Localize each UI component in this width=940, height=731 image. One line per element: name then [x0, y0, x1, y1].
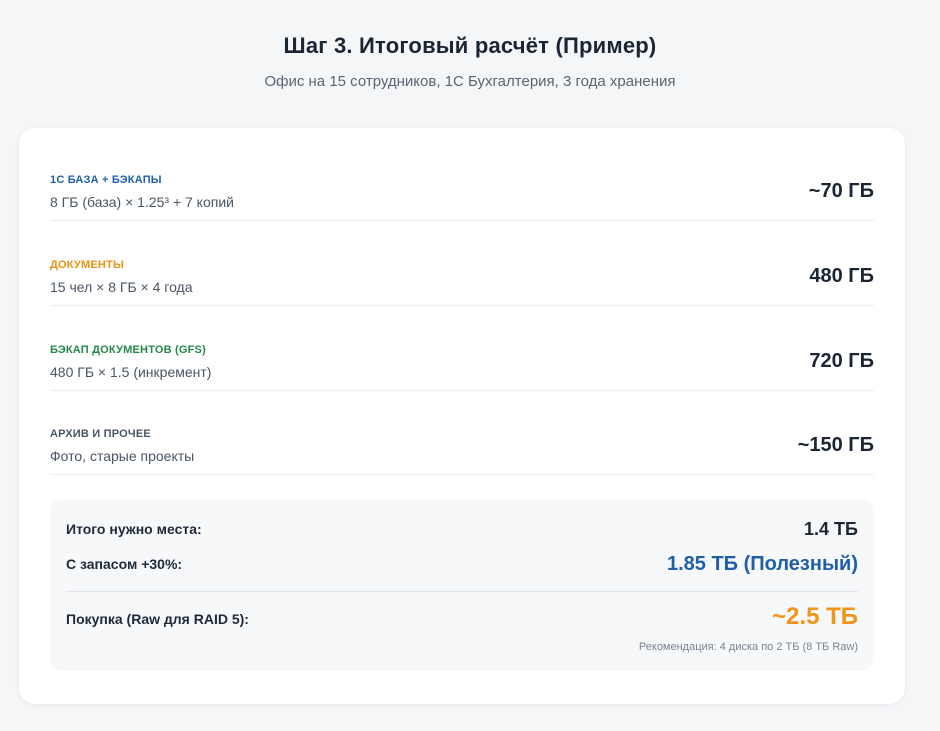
row-value: 720 ГБ [809, 350, 874, 372]
recommendation-text: Рекомендация: 4 диска по 2 ТБ (8 ТБ Raw) [638, 641, 858, 653]
row-value: ~150 ГБ [797, 434, 874, 456]
row-formula: 15 чел × 8 ГБ × 4 года [50, 279, 193, 295]
row-1c-base: 1С БАЗА + БЭКАПЫ 8 ГБ (база) × 1.25³ + 7… [50, 136, 874, 221]
purchase-value: ~2.5 ТБ [772, 603, 858, 630]
row-label: ДОКУМЕНТЫ [50, 259, 124, 271]
row-value: ~70 ГБ [808, 180, 874, 202]
row-formula: 480 ГБ × 1.5 (инкремент) [50, 364, 212, 380]
page-subtitle: Офис на 15 сотрудников, 1С Бухгалтерия, … [264, 73, 676, 90]
summary-divider [66, 591, 858, 592]
reserve-label: С запасом +30%: [66, 556, 183, 572]
summary-box: Итого нужно места: 1.4 ТБ С запасом +30%… [50, 499, 874, 671]
total-label: Итого нужно места: [66, 521, 202, 537]
page-title: Шаг 3. Итоговый расчёт (Пример) [283, 33, 657, 58]
row-label: АРХИВ И ПРОЧЕЕ [50, 428, 151, 440]
calculation-card: 1С БАЗА + БЭКАПЫ 8 ГБ (база) × 1.25³ + 7… [19, 128, 905, 704]
total-value: 1.4 ТБ [804, 519, 858, 539]
row-documents: ДОКУМЕНТЫ 15 чел × 8 ГБ × 4 года 480 ГБ [50, 221, 874, 306]
row-label: БЭКАП ДОКУМЕНТОВ (GFS) [50, 344, 206, 356]
row-archive: АРХИВ И ПРОЧЕЕ Фото, старые проекты ~150… [50, 390, 874, 475]
row-formula: 8 ГБ (база) × 1.25³ + 7 копий [50, 194, 234, 210]
row-label: 1С БАЗА + БЭКАПЫ [50, 174, 162, 186]
purchase-label: Покупка (Raw для RAID 5): [66, 611, 249, 627]
reserve-value: 1.85 ТБ (Полезный) [666, 553, 858, 575]
row-value: 480 ГБ [809, 265, 874, 287]
row-formula: Фото, старые проекты [50, 448, 195, 464]
row-docs-backup: БЭКАП ДОКУМЕНТОВ (GFS) 480 ГБ × 1.5 (инк… [50, 306, 874, 391]
